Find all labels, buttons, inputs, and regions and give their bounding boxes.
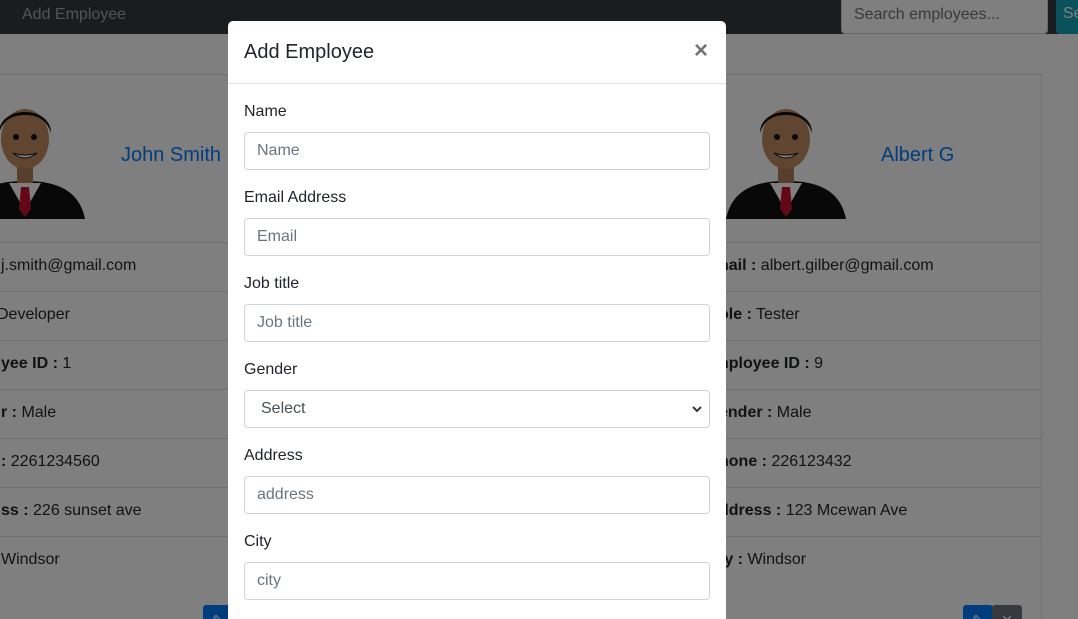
modal-header: Add Employee × bbox=[228, 21, 726, 84]
add-employee-modal: Add Employee × Name Email Address Job ti… bbox=[228, 21, 726, 619]
gender-select[interactable]: Select bbox=[244, 390, 710, 428]
gender-select-value: Select bbox=[261, 400, 306, 417]
name-input[interactable] bbox=[244, 132, 710, 170]
city-input[interactable] bbox=[244, 562, 710, 600]
address-input[interactable] bbox=[244, 476, 710, 514]
gender-label: Gender bbox=[244, 361, 298, 378]
modal-title: Add Employee bbox=[244, 41, 375, 63]
address-label: Address bbox=[244, 447, 303, 464]
email-label: Email Address bbox=[244, 189, 347, 206]
name-label: Name bbox=[244, 103, 287, 120]
email-input[interactable] bbox=[244, 218, 710, 256]
job-title-input[interactable] bbox=[244, 304, 710, 342]
close-button[interactable]: × bbox=[690, 37, 712, 65]
job-title-label: Job title bbox=[244, 275, 300, 292]
chevron-down-icon bbox=[692, 406, 702, 413]
city-label: City bbox=[244, 533, 272, 550]
